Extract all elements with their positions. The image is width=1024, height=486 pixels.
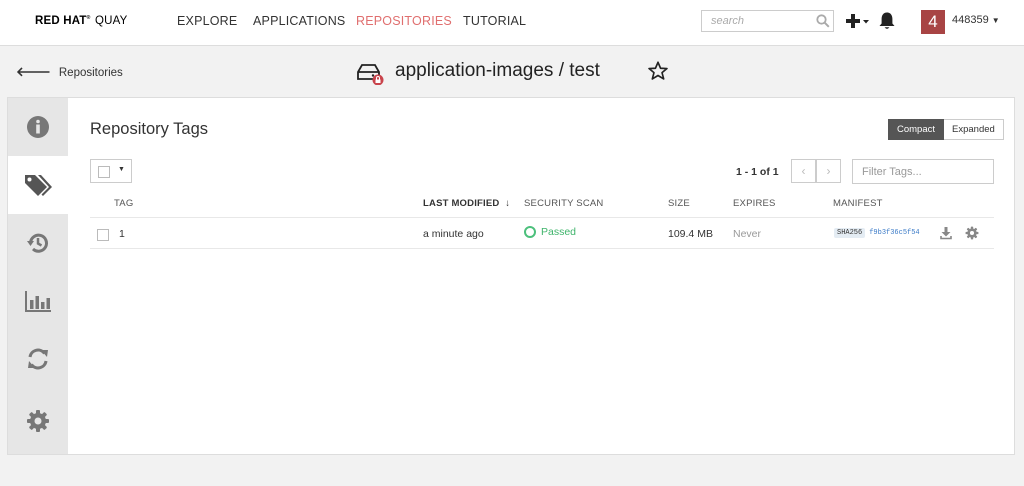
column-header-expires[interactable]: EXPIRES — [733, 198, 776, 209]
repository-title: application-images / test — [395, 60, 600, 81]
tags-content: Repository Tags Compact Expanded ▼ 1 - 1… — [68, 98, 1014, 454]
brand-logo[interactable]: RED HAT® QUAY — [35, 15, 128, 27]
scan-passed-icon — [524, 226, 536, 238]
filter-tags-input[interactable] — [853, 160, 989, 183]
chevron-right-icon: › — [826, 164, 831, 178]
plus-icon — [846, 14, 869, 28]
bulk-select-dropdown[interactable]: ▼ — [90, 159, 132, 183]
bell-icon[interactable] — [878, 11, 896, 31]
size-value: 109.4 MB — [668, 228, 713, 240]
view-toggle: Compact Expanded — [888, 119, 1004, 140]
column-header-security-scan[interactable]: SECURITY SCAN — [524, 198, 604, 209]
caret-down-icon: ▼ — [991, 16, 1000, 25]
chevron-left-icon: ‹ — [801, 164, 806, 178]
column-header-size[interactable]: SIZE — [668, 198, 690, 209]
row-checkbox[interactable] — [97, 229, 109, 241]
tag-name[interactable]: 1 — [119, 228, 125, 240]
filter-tags-box — [852, 159, 994, 184]
row-divider — [90, 248, 994, 249]
tab-tags[interactable] — [8, 156, 68, 214]
column-header-last-modified[interactable]: LAST MODIFIED ↓ — [423, 198, 510, 209]
usage-logs-icon — [25, 291, 51, 312]
column-header-manifest[interactable]: MANIFEST — [833, 198, 883, 209]
tab-usage-logs[interactable] — [8, 272, 68, 330]
search-box — [701, 10, 834, 32]
download-icon[interactable] — [940, 226, 952, 240]
prev-page-button[interactable]: ‹ — [791, 159, 816, 183]
caret-down-icon: ▼ — [118, 166, 125, 173]
nav-repositories[interactable]: REPOSITORIES — [356, 14, 452, 28]
info-icon — [27, 116, 49, 138]
compact-view-button[interactable]: Compact — [888, 119, 945, 140]
settings-icon — [27, 410, 49, 432]
tab-builds[interactable] — [8, 330, 68, 388]
star-icon[interactable] — [647, 60, 669, 82]
manifest-digest[interactable]: SHA256 f9b3f36c5f54 — [834, 228, 920, 238]
expires-value: Never — [733, 228, 762, 240]
nav-explore[interactable]: EXPLORE — [177, 14, 237, 28]
last-modified-value: a minute ago — [423, 228, 484, 240]
user-menu[interactable]: 448359 ▼ — [952, 14, 1000, 26]
select-all-checkbox[interactable] — [98, 166, 110, 178]
sort-arrow-icon: ↓ — [505, 198, 511, 209]
nav-tutorial[interactable]: TUTORIAL — [463, 14, 526, 28]
arrow-left-icon: 🡐 — [16, 64, 51, 79]
notification-count-badge[interactable]: 4 — [921, 10, 945, 34]
expanded-view-button[interactable]: Expanded — [944, 119, 1004, 140]
section-title: Repository Tags — [90, 120, 209, 138]
column-header-tag[interactable]: TAG — [114, 198, 133, 209]
security-scan-status[interactable]: Passed — [524, 226, 576, 238]
tab-settings[interactable] — [8, 392, 68, 450]
builds-icon — [28, 348, 48, 370]
header-divider — [90, 217, 994, 218]
search-icon[interactable] — [816, 14, 830, 28]
nav-applications[interactable]: APPLICATIONS — [253, 14, 345, 28]
tab-tag-history[interactable] — [8, 214, 68, 272]
repository-panel: Repository Tags Compact Expanded ▼ 1 - 1… — [7, 97, 1015, 455]
search-input[interactable] — [702, 11, 807, 31]
back-to-repositories-link[interactable]: 🡐 Repositories — [16, 64, 123, 80]
tags-icon — [25, 175, 52, 196]
next-page-button[interactable]: › — [816, 159, 841, 183]
create-new-button[interactable] — [844, 11, 870, 31]
tab-information[interactable] — [8, 98, 68, 156]
top-navbar: RED HAT® QUAY EXPLORE APPLICATIONS REPOS… — [0, 0, 1024, 46]
history-icon — [27, 233, 48, 253]
gear-icon[interactable] — [965, 226, 979, 240]
pagination-count: 1 - 1 of 1 — [736, 166, 779, 178]
private-repository-icon — [357, 64, 384, 85]
repository-sidebar — [8, 98, 68, 454]
